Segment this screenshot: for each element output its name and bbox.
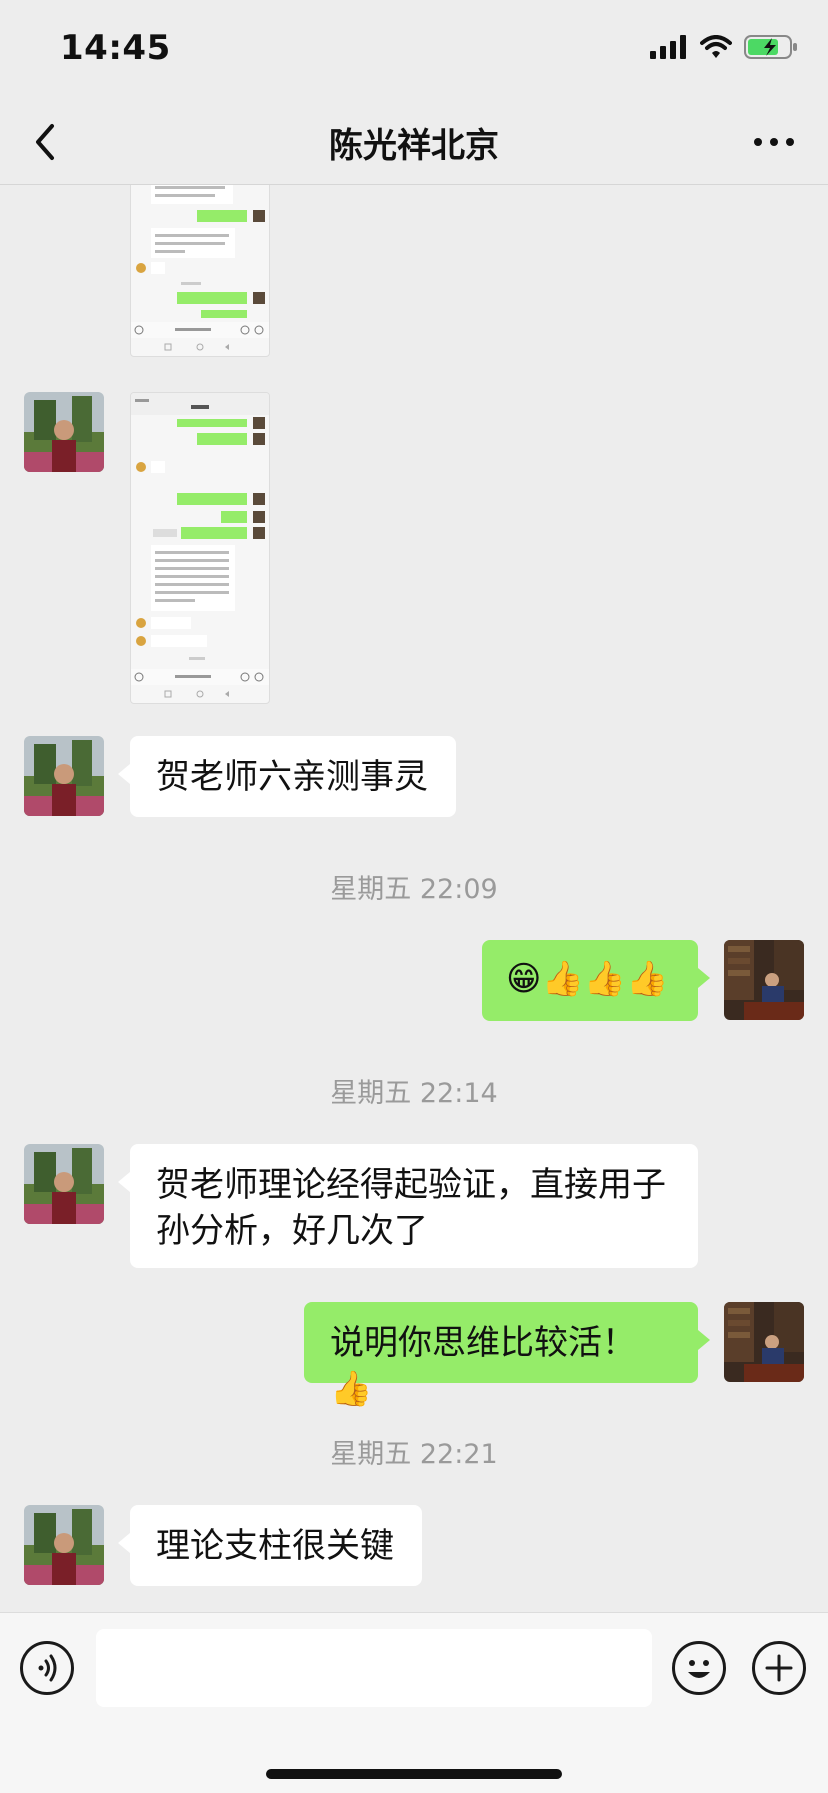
chat-header: 陈光祥北京 [0,100,828,185]
cellular-signal-icon [650,35,686,59]
message-timestamp: 星期五 22:21 [330,1439,498,1470]
my-avatar[interactable] [724,1302,804,1382]
avatar-photo [724,940,804,1020]
message-bubble-outgoing[interactable]: 😁👍👍👍 [482,940,710,1021]
emoji-button[interactable] [672,1641,726,1695]
message-list[interactable]: 贺老师六亲测事灵 星期五 22:09 😁👍👍👍 星期五 22:14 贺老师理论经… [0,185,828,1613]
input-bar [0,1612,828,1793]
battery-charging-icon [744,35,797,59]
message-bubble-incoming[interactable]: 贺老师理论经得起验证，直接用子孙分析，好几次了 [118,1144,698,1268]
my-avatar[interactable] [724,940,804,1020]
message-bubble-outgoing[interactable]: 说明你思维比较活！👍 [304,1302,710,1409]
contact-avatar[interactable] [24,392,104,472]
message-timestamp: 星期五 22:09 [330,874,498,905]
chat-screenshot-thumbnail [131,185,269,351]
avatar-photo [24,392,104,472]
emoji-icon [688,1660,710,1678]
avatar-photo [24,736,104,816]
home-indicator[interactable] [266,1769,562,1779]
status-bar: 14:45 [0,0,828,100]
message-bubble-incoming[interactable]: 贺老师六亲测事灵 [118,736,456,817]
plus-icon [765,1654,793,1682]
status-icons [650,34,798,60]
voice-input-button[interactable] [20,1641,74,1695]
contact-avatar[interactable] [24,1144,104,1224]
message-input[interactable] [96,1629,652,1707]
message-timestamp: 星期五 22:14 [330,1078,498,1109]
more-options-icon[interactable] [750,122,798,162]
more-functions-button[interactable] [752,1641,806,1695]
voice-icon [38,1654,57,1682]
contact-avatar[interactable] [24,736,104,816]
image-message[interactable] [130,392,270,704]
message-bubble-incoming[interactable]: 理论支柱很关键 [118,1505,422,1586]
avatar-photo [24,1505,104,1585]
image-message[interactable] [130,185,270,357]
chat-screenshot-thumbnail [131,393,269,698]
avatar-photo [24,1144,104,1224]
wifi-icon [700,35,732,58]
chat-title: 陈光祥北京 [329,126,499,166]
status-time: 14:45 [60,28,171,68]
avatar-photo [724,1302,804,1382]
contact-avatar[interactable] [24,1505,104,1585]
